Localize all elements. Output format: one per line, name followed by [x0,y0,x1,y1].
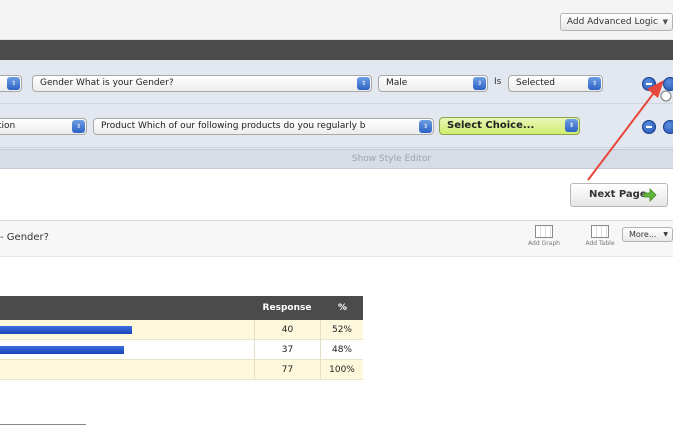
add-table-label: Add Table [585,240,615,247]
arrow-right-icon [643,188,657,202]
select-arrows-icon: ⇕ [72,120,85,133]
chevron-down-icon: ▼ [662,18,668,26]
more-dropdown[interactable]: More... ▼ [622,227,673,242]
results-table-header: Response % [0,296,363,320]
answer-select[interactable]: Male ⇕ [378,75,488,92]
answer-select-value: Male [386,78,408,88]
response-bar [0,326,132,334]
table-row: 37 48% [0,340,363,360]
conjunction-select[interactable]: tion ⇕ [0,118,87,135]
question-header: - Gender? Add Graph Add Table More... ▼ [0,221,673,257]
question-select[interactable]: Gender What is your Gender? ⇕ [32,75,372,92]
page-navigation: Next Page [0,169,673,221]
select-arrows-icon: ⇕ [7,77,20,90]
next-page-button[interactable]: Next Page [570,183,668,207]
response-bar [0,346,124,354]
chevron-down-icon: ▼ [663,231,668,238]
question-select-value: Gender What is your Gender? [40,78,174,88]
state-select-value: Selected [516,78,556,88]
question-select[interactable]: Product Which of our following products … [93,118,434,135]
add-graph-label: Add Graph [528,240,560,247]
table-icon [591,225,609,238]
graph-icon [535,225,553,238]
select-arrows-icon: ⇕ [565,119,578,132]
conjunction-select-value: tion [0,121,16,131]
conjunction-select[interactable]: ⇕ [0,75,22,92]
choice-select-value: Select Choice... [447,120,535,131]
question-select-value: Product Which of our following products … [101,121,366,131]
display-logic-panel: ⇕ Gender What is your Gender? ⇕ Male ⇕ I… [0,60,673,149]
question-title: - Gender? [0,232,49,243]
response-percent: 100% [320,360,363,380]
select-arrows-icon: ⇕ [419,120,432,133]
more-label: More... [629,230,657,239]
add-advanced-logic-label: Add Advanced Logic [566,17,658,27]
response-column-header: Response [262,303,312,313]
add-advanced-logic-dropdown[interactable]: Add Advanced Logic ▼ [559,13,673,31]
add-table-button[interactable]: Add Table [582,225,618,247]
top-toolbar: Add Advanced Logic ▼ [0,0,673,40]
add-graph-button[interactable]: Add Graph [526,225,562,247]
logic-condition-row: ⇕ Gender What is your Gender? ⇕ Male ⇕ I… [0,60,673,104]
table-row: 40 52% [0,320,363,340]
select-arrows-icon: ⇕ [473,77,486,90]
response-percent: 48% [320,340,363,360]
select-arrows-icon: ⇕ [357,77,370,90]
response-count: 77 [254,360,320,380]
dark-header-bar [0,40,673,60]
hand-cursor-icon [660,90,672,102]
choice-select[interactable]: Select Choice... ⇕ [439,117,580,135]
next-page-label: Next Page [589,189,647,200]
percent-column-header: % [337,303,348,313]
is-label: Is [494,77,502,87]
response-percent: 52% [320,320,363,340]
response-count: 40 [254,320,320,340]
response-count: 37 [254,340,320,360]
logic-condition-row: tion ⇕ Product Which of our following pr… [0,104,673,148]
show-style-editor-link[interactable]: Show Style Editor [0,149,673,169]
table-row-total: 77 100% [0,360,363,380]
divider [0,424,86,425]
